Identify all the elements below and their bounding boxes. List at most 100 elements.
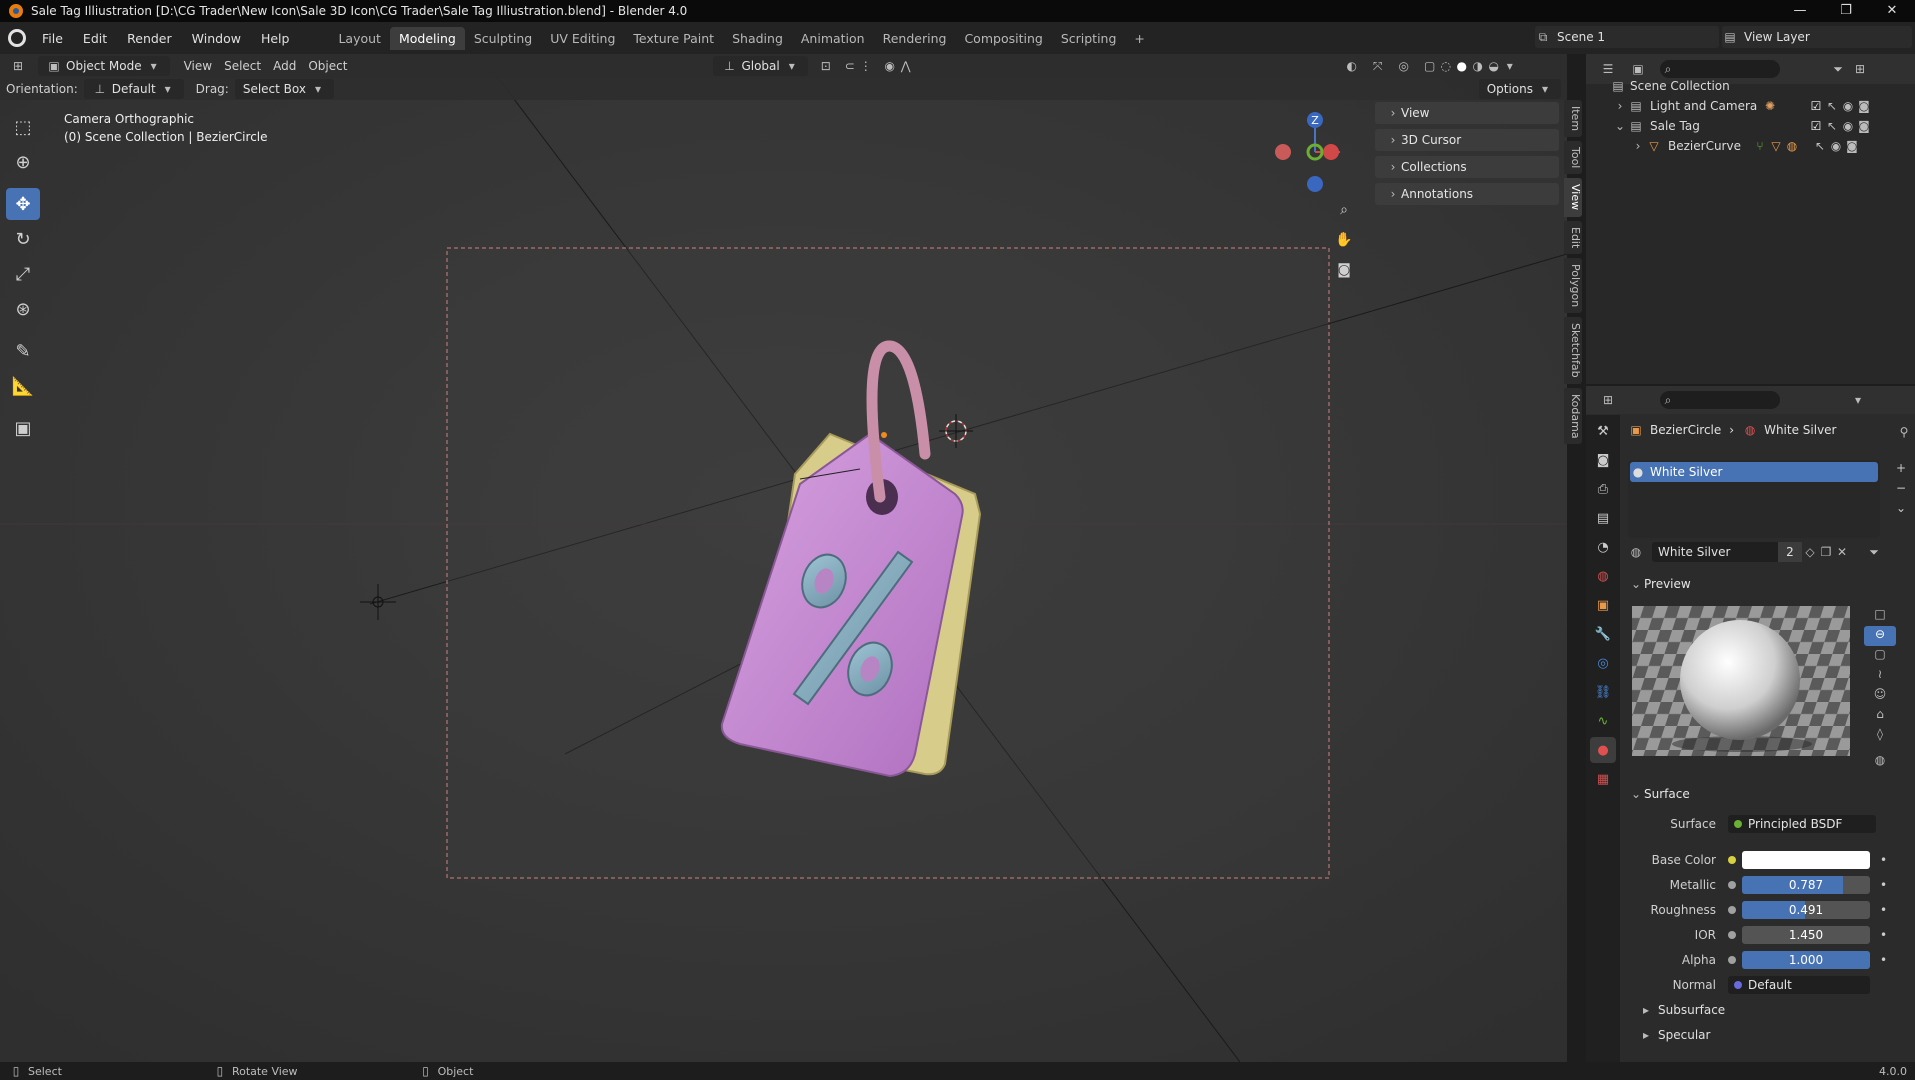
normal-field[interactable]: Default [1728,976,1870,994]
view-layer-tab-icon[interactable]: ▤ [1590,505,1616,531]
add-workspace-button[interactable]: + [1125,27,1153,50]
sidebar-tab-item[interactable]: Item [1564,100,1582,138]
shading-wireframe-icon[interactable]: ◌ [1438,58,1454,74]
sidebar-tab-polygon[interactable]: Polygon [1564,257,1582,314]
keyframe-dot-icon[interactable]: • [1880,953,1887,967]
panel-annotations[interactable]: › Annotations [1375,183,1559,205]
outliner-row-sale-tag[interactable]: ⌄ ▤ Sale Tag ☑ ↖ ◉ ◙ [1612,116,1912,136]
scene-name[interactable]: Scene 1 [1551,30,1605,44]
scene-tab-icon[interactable]: ◔ [1590,534,1616,560]
eye-icon[interactable]: ◉ [1828,138,1844,154]
minimize-button[interactable]: — [1777,0,1823,22]
falloff-icon[interactable]: ⋀ [898,58,914,74]
viewport-scene[interactable] [0,54,1567,1062]
pan-hand-icon[interactable]: ✋ [1335,225,1353,255]
transform-orientation-dropdown[interactable]: ⊥ Global ▾ [713,56,808,76]
slot-specials-icon[interactable]: ⌄ [1892,498,1910,518]
preview-world-icon[interactable]: ◍ [1864,752,1896,772]
panel-3d-cursor[interactable]: › 3D Cursor [1375,129,1559,151]
eye-icon[interactable]: ◉ [1840,98,1856,114]
snap-target-icon[interactable]: ⋮ [858,58,874,74]
options-dropdown[interactable]: Options ▾ [1478,79,1561,99]
scale-tool-icon[interactable]: ⤢ [6,258,40,290]
sidebar-tab-tool[interactable]: Tool [1564,141,1582,175]
preview-monkey-icon[interactable]: ☺ [1864,686,1896,706]
shading-rendered-icon[interactable]: ◒ [1486,58,1502,74]
eye-icon[interactable]: ◉ [1840,118,1856,134]
sidebar-tab-view[interactable]: View [1564,178,1582,217]
keyframe-dot-icon[interactable]: • [1880,903,1887,917]
snap-icon[interactable]: ⊂ [842,58,858,74]
blender-menu-icon[interactable] [8,29,26,47]
modifier-tab-icon[interactable]: 🔧 [1590,621,1616,647]
scene-selector[interactable]: ⧉ Scene 1 [1535,26,1719,48]
preview-flat-icon[interactable]: □ [1864,606,1896,626]
camera-render-icon[interactable]: ◙ [1856,118,1872,134]
camera-render-icon[interactable]: ◙ [1856,98,1872,114]
overlay-toggle-icon[interactable]: ◎ [1396,58,1412,74]
viewport-menu-view[interactable]: View [178,59,218,73]
workspace-tab-scripting[interactable]: Scripting [1052,27,1126,50]
menu-edit[interactable]: Edit [73,31,117,46]
keyframe-dot-icon[interactable]: • [1880,853,1887,867]
pivot-icon[interactable]: ⊡ [818,58,834,74]
zoom-icon[interactable]: ⌕ [1335,195,1353,225]
gizmo-toggle-icon[interactable]: ⤧ [1370,58,1386,74]
new-collection-icon[interactable]: ⊞ [1852,61,1868,77]
shading-material-icon[interactable]: ◑ [1470,58,1486,74]
workspace-tab-uv-editing[interactable]: UV Editing [541,27,624,50]
camera-view-icon[interactable]: ◙ [1335,255,1353,285]
data-tab-icon[interactable]: ∿ [1590,708,1616,734]
physics-tab-icon[interactable]: ◎ [1590,650,1616,676]
add-cube-tool-icon[interactable]: ▣ [6,412,40,444]
menu-file[interactable]: File [32,31,73,46]
object-mode-dropdown[interactable]: ▣ Object Mode ▾ [38,56,170,76]
menu-render[interactable]: Render [117,31,182,46]
alpha-slider[interactable]: 1.000 [1742,951,1870,969]
specular-subsection[interactable]: ▸ Specular [1638,1025,1710,1045]
workspace-tab-rendering[interactable]: Rendering [874,27,956,50]
render-tab-icon[interactable]: ◙ [1590,447,1616,473]
exclude-checkbox-icon[interactable]: ☑ [1808,118,1824,134]
camera-render-icon[interactable]: ◙ [1844,138,1860,154]
select-arrow-icon[interactable]: ↖ [1824,98,1840,114]
world-tab-icon[interactable]: ◍ [1590,563,1616,589]
navigation-gizmo[interactable]: Z [1270,104,1340,204]
viewport-menu-add[interactable]: Add [267,59,302,73]
sidebar-tab-edit[interactable]: Edit [1564,220,1582,254]
gizmo-neg-z-axis[interactable] [1307,176,1323,192]
properties-editor-type-icon[interactable]: ⊞ [1600,392,1616,408]
material-tab-icon[interactable]: ● [1590,737,1616,763]
material-users-count[interactable]: 2 [1778,542,1802,562]
gizmo-neg-x-axis[interactable] [1275,144,1291,160]
pin-icon[interactable]: ⚲ [1896,424,1912,440]
ior-field[interactable]: 1.450 [1742,926,1870,944]
editor-type-icon[interactable]: ⊞ [10,58,26,74]
base-color-swatch[interactable] [1742,851,1870,869]
preview-hair-icon[interactable]: ≀ [1864,666,1896,686]
workspace-tab-texture-paint[interactable]: Texture Paint [624,27,723,50]
remove-slot-button[interactable]: − [1892,478,1910,498]
preview-cloth-icon[interactable]: ⌂ [1864,706,1896,726]
visibility-icon[interactable]: ◐ [1344,58,1360,74]
3d-viewport[interactable] [0,54,1567,1062]
tool-tab-icon[interactable]: ⚒ [1590,418,1616,444]
sidebar-tab-sketchfab[interactable]: Sketchfab [1564,317,1582,384]
viewport-menu-object[interactable]: Object [302,59,353,73]
maximize-button[interactable]: ❐ [1823,0,1869,22]
preview-sphere-icon[interactable]: ⊖ [1864,626,1896,646]
select-arrow-icon[interactable]: ↖ [1812,138,1828,154]
keyframe-dot-icon[interactable]: • [1880,878,1887,892]
transform-tool-icon[interactable]: ⊛ [6,293,40,325]
gizmo-x-axis[interactable] [1323,144,1339,160]
cursor-tool-icon[interactable]: ⊕ [6,146,40,178]
view-layer-name[interactable]: View Layer [1738,30,1810,44]
display-mode-icon[interactable]: ▣ [1630,61,1646,77]
select-box-tool-icon[interactable]: ⬚ [6,111,40,143]
properties-search-input[interactable]: ⌕ [1660,391,1780,409]
texture-tab-icon[interactable]: ▦ [1590,766,1616,792]
chevron-down-icon[interactable]: ▾ [1850,392,1866,408]
add-slot-button[interactable]: + [1892,458,1910,478]
filter-icon[interactable]: ⏷ [1830,61,1846,77]
exclude-checkbox-icon[interactable]: ☑ [1808,98,1824,114]
